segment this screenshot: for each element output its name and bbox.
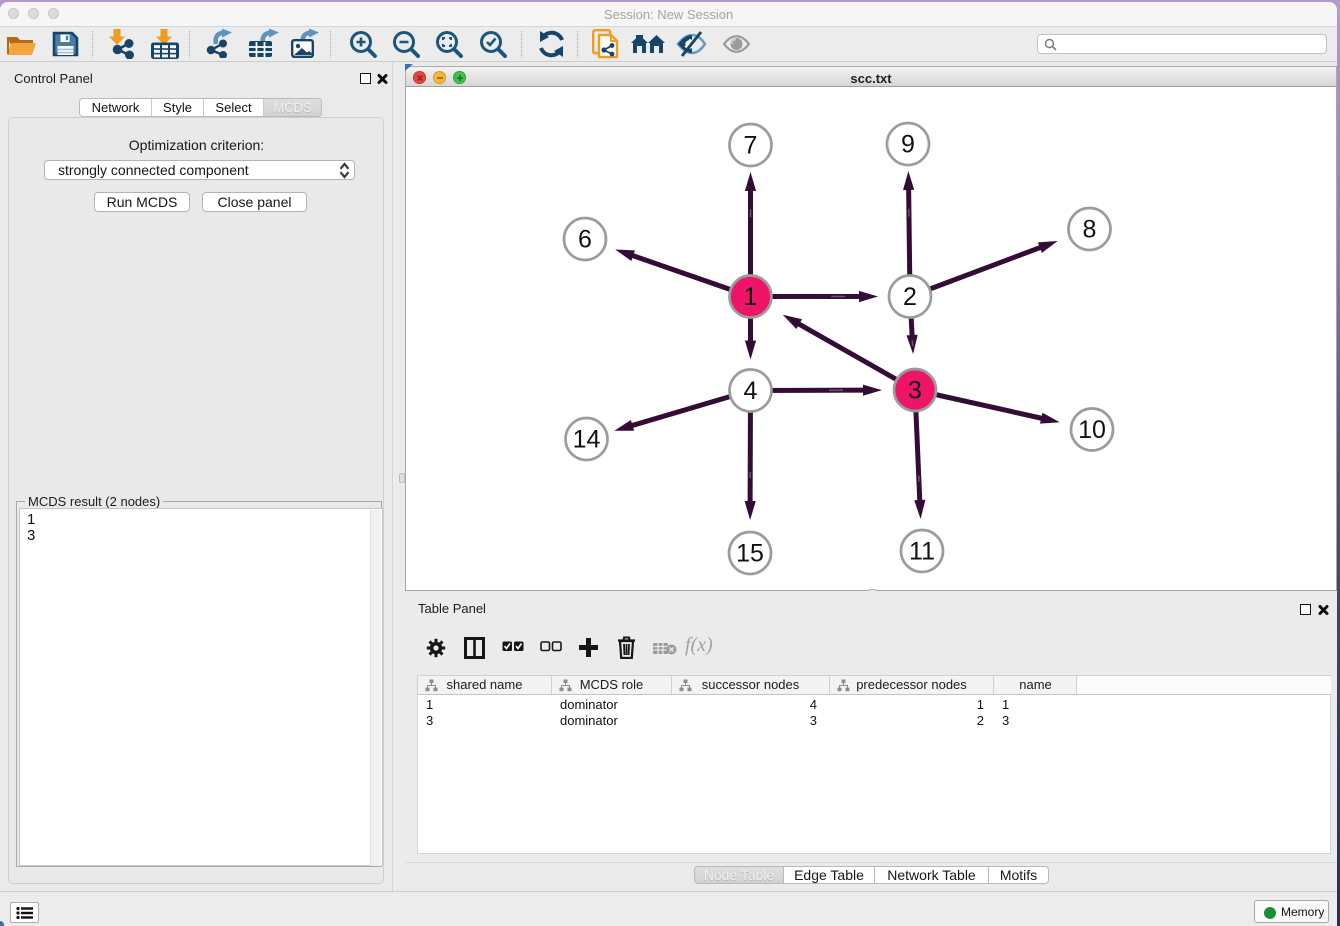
svg-text:7: 7 [744,132,758,160]
svg-text:6: 6 [578,226,592,254]
svg-text:14: 14 [573,426,601,454]
svg-text:3: 3 [908,377,922,405]
svg-text:9: 9 [901,131,915,159]
svg-text:2: 2 [903,283,917,311]
svg-text:8: 8 [1083,216,1097,244]
svg-text:10: 10 [1078,416,1106,444]
svg-text:1: 1 [744,283,758,311]
svg-text:11: 11 [909,538,935,566]
svg-text:15: 15 [736,540,764,568]
svg-text:4: 4 [744,377,758,405]
